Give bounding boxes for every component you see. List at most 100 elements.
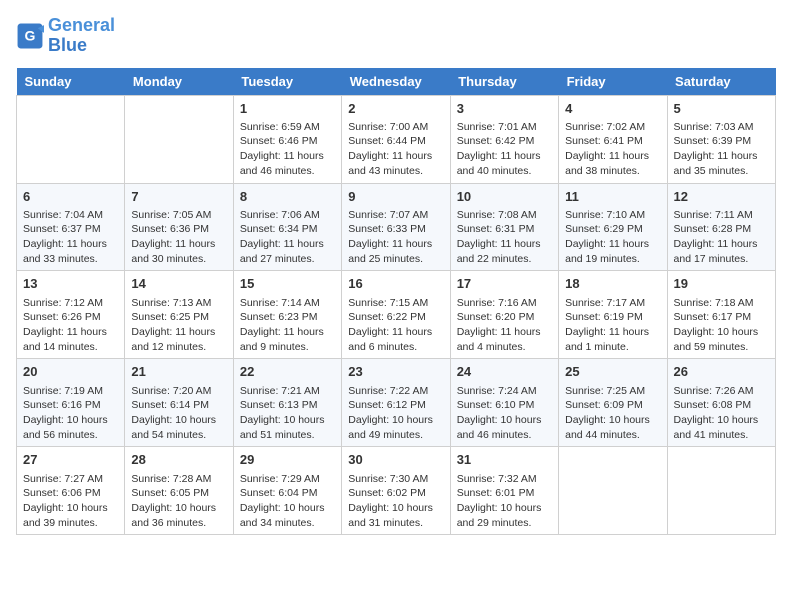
day-info: Sunrise: 7:03 AM Sunset: 6:39 PM Dayligh… bbox=[674, 120, 769, 179]
calendar-cell: 9 Sunrise: 7:07 AM Sunset: 6:33 PM Daylig… bbox=[342, 183, 450, 271]
day-number: 12 bbox=[674, 188, 769, 206]
day-number: 4 bbox=[565, 100, 660, 118]
day-number: 2 bbox=[348, 100, 443, 118]
day-info: Sunrise: 7:29 AM Sunset: 6:04 PM Dayligh… bbox=[240, 472, 335, 531]
calendar-cell: 25Sunrise: 7:25 AM Sunset: 6:09 PM Dayli… bbox=[559, 359, 667, 447]
day-number: 14 bbox=[131, 275, 226, 293]
day-info: Sunrise: 7:11 AM Sunset: 6:28 PM Dayligh… bbox=[674, 208, 769, 267]
day-info: Sunrise: 7:02 AM Sunset: 6:41 PM Dayligh… bbox=[565, 120, 660, 179]
day-header-thursday: Thursday bbox=[450, 68, 558, 96]
calendar-cell: 14 Sunrise: 7:13 AM Sunset: 6:25 PM Dayli… bbox=[125, 271, 233, 359]
day-number: 25 bbox=[565, 363, 660, 381]
calendar-cell: 20Sunrise: 7:19 AM Sunset: 6:16 PM Dayli… bbox=[17, 359, 125, 447]
svg-text:G: G bbox=[25, 27, 36, 43]
logo-icon: G bbox=[16, 22, 44, 50]
calendar-cell bbox=[559, 447, 667, 535]
day-info: Sunrise: 7:12 AM Sunset: 6:26 PM Dayligh… bbox=[23, 296, 118, 355]
calendar-cell: 22 Sunrise: 7:21 AM Sunset: 6:13 PM Dayli… bbox=[233, 359, 341, 447]
day-info: Sunrise: 7:00 AM Sunset: 6:44 PM Dayligh… bbox=[348, 120, 443, 179]
calendar-cell: 12 Sunrise: 7:11 AM Sunset: 6:28 PM Dayli… bbox=[667, 183, 775, 271]
day-info: Sunrise: 7:18 AM Sunset: 6:17 PM Dayligh… bbox=[674, 296, 769, 355]
day-number: 5 bbox=[674, 100, 769, 118]
day-info: Sunrise: 7:16 AM Sunset: 6:20 PM Dayligh… bbox=[457, 296, 552, 355]
day-number: 8 bbox=[240, 188, 335, 206]
logo-text: GeneralBlue bbox=[48, 16, 115, 56]
day-number: 22 bbox=[240, 363, 335, 381]
calendar-cell: 27 Sunrise: 7:27 AM Sunset: 6:06 PM Dayli… bbox=[17, 447, 125, 535]
day-number: 17 bbox=[457, 275, 552, 293]
day-number: 19 bbox=[674, 275, 769, 293]
day-header-saturday: Saturday bbox=[667, 68, 775, 96]
calendar-cell: 1 Sunrise: 6:59 AM Sunset: 6:46 PM Daylig… bbox=[233, 95, 341, 183]
day-number: 21 bbox=[131, 363, 226, 381]
calendar-cell: 2 Sunrise: 7:00 AM Sunset: 6:44 PM Daylig… bbox=[342, 95, 450, 183]
calendar-table: SundayMondayTuesdayWednesdayThursdayFrid… bbox=[16, 68, 776, 536]
calendar-cell: 26 Sunrise: 7:26 AM Sunset: 6:08 PM Dayli… bbox=[667, 359, 775, 447]
calendar-cell bbox=[667, 447, 775, 535]
calendar-cell: 24Sunrise: 7:24 AM Sunset: 6:10 PM Dayli… bbox=[450, 359, 558, 447]
day-number: 16 bbox=[348, 275, 443, 293]
calendar-header-row: SundayMondayTuesdayWednesdayThursdayFrid… bbox=[17, 68, 776, 96]
day-number: 18 bbox=[565, 275, 660, 293]
day-number: 20 bbox=[23, 363, 118, 381]
day-number: 31 bbox=[457, 451, 552, 469]
calendar-cell: 10 Sunrise: 7:08 AM Sunset: 6:31 PM Dayli… bbox=[450, 183, 558, 271]
day-number: 9 bbox=[348, 188, 443, 206]
day-info: Sunrise: 7:13 AM Sunset: 6:25 PM Dayligh… bbox=[131, 296, 226, 355]
day-number: 26 bbox=[674, 363, 769, 381]
day-info: Sunrise: 7:06 AM Sunset: 6:34 PM Dayligh… bbox=[240, 208, 335, 267]
day-header-sunday: Sunday bbox=[17, 68, 125, 96]
day-number: 30 bbox=[348, 451, 443, 469]
day-number: 6 bbox=[23, 188, 118, 206]
day-info: Sunrise: 7:22 AM Sunset: 6:12 PM Dayligh… bbox=[348, 384, 443, 443]
day-number: 23 bbox=[348, 363, 443, 381]
calendar-week-row: 13 Sunrise: 7:12 AM Sunset: 6:26 PM Dayli… bbox=[17, 271, 776, 359]
day-number: 15 bbox=[240, 275, 335, 293]
calendar-cell bbox=[17, 95, 125, 183]
calendar-cell: 5 Sunrise: 7:03 AM Sunset: 6:39 PM Daylig… bbox=[667, 95, 775, 183]
calendar-week-row: 27 Sunrise: 7:27 AM Sunset: 6:06 PM Dayli… bbox=[17, 447, 776, 535]
day-info: Sunrise: 6:59 AM Sunset: 6:46 PM Dayligh… bbox=[240, 120, 335, 179]
day-info: Sunrise: 7:07 AM Sunset: 6:33 PM Dayligh… bbox=[348, 208, 443, 267]
calendar-cell: 13 Sunrise: 7:12 AM Sunset: 6:26 PM Dayli… bbox=[17, 271, 125, 359]
day-number: 29 bbox=[240, 451, 335, 469]
calendar-cell: 23 Sunrise: 7:22 AM Sunset: 6:12 PM Dayli… bbox=[342, 359, 450, 447]
day-info: Sunrise: 7:14 AM Sunset: 6:23 PM Dayligh… bbox=[240, 296, 335, 355]
logo: G GeneralBlue bbox=[16, 16, 115, 56]
day-info: Sunrise: 7:20 AM Sunset: 6:14 PM Dayligh… bbox=[131, 384, 226, 443]
day-info: Sunrise: 7:28 AM Sunset: 6:05 PM Dayligh… bbox=[131, 472, 226, 531]
day-number: 13 bbox=[23, 275, 118, 293]
calendar-cell: 17 Sunrise: 7:16 AM Sunset: 6:20 PM Dayli… bbox=[450, 271, 558, 359]
calendar-week-row: 1 Sunrise: 6:59 AM Sunset: 6:46 PM Daylig… bbox=[17, 95, 776, 183]
day-info: Sunrise: 7:04 AM Sunset: 6:37 PM Dayligh… bbox=[23, 208, 118, 267]
calendar-cell: 18 Sunrise: 7:17 AM Sunset: 6:19 PM Dayli… bbox=[559, 271, 667, 359]
calendar-cell: 11Sunrise: 7:10 AM Sunset: 6:29 PM Dayli… bbox=[559, 183, 667, 271]
calendar-cell: 4 Sunrise: 7:02 AM Sunset: 6:41 PM Daylig… bbox=[559, 95, 667, 183]
day-info: Sunrise: 7:05 AM Sunset: 6:36 PM Dayligh… bbox=[131, 208, 226, 267]
day-info: Sunrise: 7:15 AM Sunset: 6:22 PM Dayligh… bbox=[348, 296, 443, 355]
day-info: Sunrise: 7:10 AM Sunset: 6:29 PM Dayligh… bbox=[565, 208, 660, 267]
day-info: Sunrise: 7:17 AM Sunset: 6:19 PM Dayligh… bbox=[565, 296, 660, 355]
day-number: 1 bbox=[240, 100, 335, 118]
page-header: G GeneralBlue bbox=[16, 16, 776, 56]
calendar-cell: 7Sunrise: 7:05 AM Sunset: 6:36 PM Daylig… bbox=[125, 183, 233, 271]
day-info: Sunrise: 7:24 AM Sunset: 6:10 PM Dayligh… bbox=[457, 384, 552, 443]
calendar-cell: 19 Sunrise: 7:18 AM Sunset: 6:17 PM Dayli… bbox=[667, 271, 775, 359]
day-header-tuesday: Tuesday bbox=[233, 68, 341, 96]
calendar-cell: 3Sunrise: 7:01 AM Sunset: 6:42 PM Daylig… bbox=[450, 95, 558, 183]
day-number: 28 bbox=[131, 451, 226, 469]
calendar-cell: 29 Sunrise: 7:29 AM Sunset: 6:04 PM Dayli… bbox=[233, 447, 341, 535]
day-info: Sunrise: 7:30 AM Sunset: 6:02 PM Dayligh… bbox=[348, 472, 443, 531]
calendar-cell: 31Sunrise: 7:32 AM Sunset: 6:01 PM Dayli… bbox=[450, 447, 558, 535]
calendar-cell bbox=[125, 95, 233, 183]
day-info: Sunrise: 7:27 AM Sunset: 6:06 PM Dayligh… bbox=[23, 472, 118, 531]
day-info: Sunrise: 7:08 AM Sunset: 6:31 PM Dayligh… bbox=[457, 208, 552, 267]
calendar-cell: 30 Sunrise: 7:30 AM Sunset: 6:02 PM Dayli… bbox=[342, 447, 450, 535]
calendar-cell: 15 Sunrise: 7:14 AM Sunset: 6:23 PM Dayli… bbox=[233, 271, 341, 359]
calendar-cell: 28 Sunrise: 7:28 AM Sunset: 6:05 PM Dayli… bbox=[125, 447, 233, 535]
day-number: 10 bbox=[457, 188, 552, 206]
day-info: Sunrise: 7:26 AM Sunset: 6:08 PM Dayligh… bbox=[674, 384, 769, 443]
day-header-monday: Monday bbox=[125, 68, 233, 96]
day-number: 27 bbox=[23, 451, 118, 469]
day-info: Sunrise: 7:21 AM Sunset: 6:13 PM Dayligh… bbox=[240, 384, 335, 443]
